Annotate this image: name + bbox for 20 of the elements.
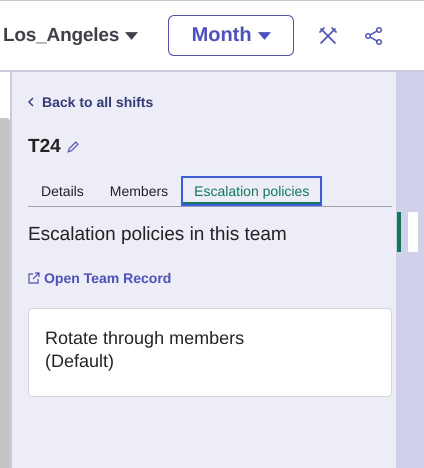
- team-title: T24: [28, 136, 61, 158]
- timezone-dropdown[interactable]: Los_Angeles: [3, 24, 138, 46]
- share-icon[interactable]: [364, 26, 384, 46]
- tools-icon[interactable]: [318, 26, 338, 46]
- edit-icon[interactable]: [66, 140, 79, 154]
- open-record-link[interactable]: Open Team Record: [28, 270, 172, 286]
- indicator-bar: [397, 212, 401, 252]
- external-link-icon: [28, 272, 40, 284]
- back-link[interactable]: Back to all shifts: [28, 94, 154, 110]
- policy-card[interactable]: Rotate through members (Default): [28, 308, 392, 397]
- panel-strip: [408, 212, 418, 252]
- chevron-left-icon: [28, 97, 34, 107]
- policy-name: Rotate through members (Default): [45, 327, 246, 374]
- caret-icon: [258, 32, 271, 40]
- tab[interactable]: Details: [28, 176, 97, 206]
- section-heading: Escalation policies in this team: [28, 224, 287, 246]
- tab[interactable]: Members: [96, 176, 182, 206]
- caret-icon: [125, 32, 138, 40]
- tab[interactable]: Escalation policies: [181, 176, 322, 206]
- view-dropdown[interactable]: Month: [168, 15, 294, 56]
